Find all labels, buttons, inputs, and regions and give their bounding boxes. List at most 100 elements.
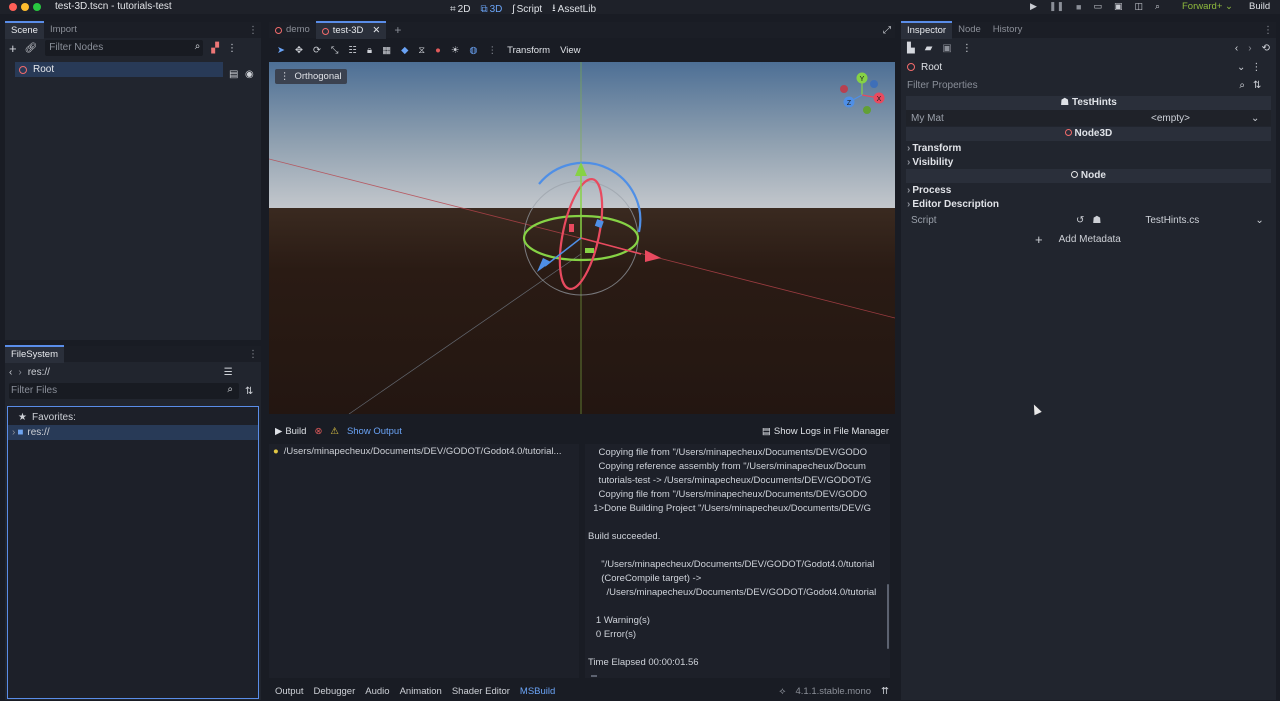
node-selector[interactable]: Root ⌄ ⋮ xyxy=(901,58,1276,76)
log-hscrollbar[interactable] xyxy=(591,675,597,677)
back-icon[interactable]: ‹ xyxy=(9,367,12,378)
play-custom-icon[interactable]: ◫ xyxy=(1134,1,1143,12)
history-back-icon[interactable]: ‹ xyxy=(1235,43,1238,54)
plane-handle-yz[interactable] xyxy=(569,224,574,232)
movie-maker-icon[interactable]: ⌕ xyxy=(1155,1,1160,12)
zoom-window-button[interactable] xyxy=(33,3,41,11)
filter-properties-input[interactable]: Filter Properties ⌕ xyxy=(907,80,1245,91)
rotate-tool-icon[interactable]: ⟳ xyxy=(313,45,321,56)
tab-output[interactable]: Output xyxy=(275,686,304,697)
tab-debugger[interactable]: Debugger xyxy=(314,686,356,697)
expand-panel-icon[interactable]: ⇈ xyxy=(881,686,889,697)
build-button[interactable]: ▶ Build xyxy=(275,426,306,437)
save-resource-icon[interactable]: ▣ xyxy=(942,43,951,54)
current-path[interactable]: res:// xyxy=(28,367,218,378)
my-mat-value[interactable]: <empty> xyxy=(1151,113,1251,124)
add-node-icon[interactable]: + xyxy=(9,41,17,56)
group-editor-description[interactable]: › Editor Description xyxy=(906,197,1271,211)
gizmo-neg-z[interactable] xyxy=(870,80,878,88)
add-metadata-button[interactable]: + Add Metadata xyxy=(1031,229,1147,249)
visibility-eye-icon[interactable]: ◉ xyxy=(245,69,254,80)
gizmo-neg-x[interactable] xyxy=(840,85,848,93)
snap-icon[interactable]: ⧖ xyxy=(418,45,425,56)
tab-node[interactable]: Node xyxy=(952,21,987,39)
view-menu[interactable]: View xyxy=(560,45,580,56)
sun-preview-icon[interactable]: ☀ xyxy=(451,45,460,56)
more-icon[interactable]: ⋮ xyxy=(488,45,498,56)
revert-icon[interactable]: ↺ xyxy=(1076,215,1084,226)
local-space-icon[interactable]: ◆ xyxy=(401,45,408,56)
close-window-button[interactable] xyxy=(9,3,17,11)
history-forward-icon[interactable]: › xyxy=(1248,43,1251,54)
filter-files-input[interactable]: Filter Files ⌕ xyxy=(9,383,239,399)
remote-debug-icon[interactable]: ▭ xyxy=(1093,1,1102,12)
list-select-icon[interactable]: ☷ xyxy=(349,45,358,56)
group-process[interactable]: › Process xyxy=(906,183,1271,197)
attach-script-icon[interactable]: ▞ xyxy=(211,43,219,54)
favorites-item[interactable]: ★ Favorites: xyxy=(8,410,258,425)
group-visibility[interactable]: › Visibility xyxy=(906,155,1271,169)
tab-msbuild[interactable]: MSBuild xyxy=(520,686,555,697)
tab-audio[interactable]: Audio xyxy=(365,686,389,697)
tab-history[interactable]: History xyxy=(987,21,1029,39)
group-icon[interactable]: ▦ xyxy=(382,45,391,56)
environment-preview-icon[interactable]: ◍ xyxy=(469,45,477,56)
scale-tool-icon[interactable]: ⤡ xyxy=(331,45,339,56)
transform-menu[interactable]: Transform xyxy=(507,45,550,56)
tree-item-root[interactable]: Root xyxy=(15,62,223,77)
tab-shader-editor[interactable]: Shader Editor xyxy=(452,686,510,697)
forward-icon[interactable]: › xyxy=(18,367,21,378)
select-tool-icon[interactable]: ➤ xyxy=(277,45,285,56)
dock-menu-icon[interactable]: ⋮ xyxy=(248,25,258,36)
mode-2d-button[interactable]: ⌗ 2D xyxy=(450,4,470,15)
renderer-selector[interactable]: Forward+ ⌄ xyxy=(1182,1,1233,12)
3d-viewport[interactable]: Y X Z ⋮ Orthogonal xyxy=(269,62,895,414)
res-folder-item[interactable]: › ■ res:// xyxy=(8,425,258,440)
new-resource-icon[interactable]: ▙ xyxy=(907,43,915,54)
tab-filesystem[interactable]: FileSystem xyxy=(5,345,64,363)
object-history-icon[interactable]: ⟲ xyxy=(1262,43,1270,54)
move-tool-icon[interactable]: ✥ xyxy=(295,45,303,56)
close-icon[interactable]: ✕ xyxy=(372,23,380,39)
file-tree[interactable]: ★ Favorites: › ■ res:// xyxy=(7,406,259,699)
mode-3d-button[interactable]: ⧉ 3D xyxy=(480,4,502,15)
tab-import[interactable]: Import xyxy=(44,21,83,39)
resource-menu-icon[interactable]: ⋮ xyxy=(962,43,972,54)
distraction-free-icon[interactable]: ⤢ xyxy=(883,25,891,36)
sort-icon[interactable]: ⇅ xyxy=(245,386,253,397)
mode-assetlib-button[interactable]: ⭳ AssetLib xyxy=(552,1,596,18)
tab-inspector[interactable]: Inspector xyxy=(901,21,953,39)
script-value[interactable]: TestHints.cs xyxy=(1145,215,1255,226)
chevron-down-icon[interactable]: ⌄ xyxy=(1251,113,1259,124)
tab-scene[interactable]: Scene xyxy=(5,21,44,39)
object-menu-icon[interactable]: ⋮ xyxy=(1251,62,1261,73)
inspector-options-icon[interactable]: ⇅ xyxy=(1253,80,1261,91)
tab-animation[interactable]: Animation xyxy=(400,686,442,697)
project-entry[interactable]: ● /Users/minapecheux/Documents/DEV/GODOT… xyxy=(269,444,579,459)
tab-test-3d[interactable]: test-3D ✕ xyxy=(315,21,387,39)
tab-demo[interactable]: demo xyxy=(269,21,316,39)
scene-menu-icon[interactable]: ⋮ xyxy=(227,43,237,54)
play-icon[interactable]: ▶ xyxy=(1030,1,1037,12)
pause-icon[interactable]: ❚❚ xyxy=(1049,1,1064,12)
mode-script-button[interactable]: ʃ Script xyxy=(512,4,542,15)
gizmo-neg-y[interactable] xyxy=(863,106,871,114)
stop-icon[interactable]: ■ xyxy=(1076,2,1081,12)
script-attached-icon[interactable]: ▤ xyxy=(229,69,238,80)
filter-nodes-input[interactable]: Filter Nodes ⌕ xyxy=(45,40,204,56)
play-scene-icon[interactable]: ▣ xyxy=(1114,1,1123,12)
camera-override-icon[interactable]: ● xyxy=(435,45,441,56)
show-output-toggle[interactable]: Show Output xyxy=(347,426,402,437)
link-icon[interactable]: 🔗︎ xyxy=(25,43,38,54)
errors-filter-icon[interactable]: ⊗ xyxy=(314,426,322,437)
minimize-window-button[interactable] xyxy=(21,3,29,11)
split-view-icon[interactable]: ☰ xyxy=(224,367,233,378)
lock-icon[interactable]: 🔒︎ xyxy=(367,45,372,56)
group-transform[interactable]: › Transform xyxy=(906,141,1271,155)
log-scrollbar[interactable] xyxy=(887,584,889,649)
show-logs-button[interactable]: ▤ Show Logs in File Manager xyxy=(762,426,889,437)
plane-handle-xz[interactable] xyxy=(585,248,594,253)
build-button[interactable]: Build xyxy=(1249,1,1270,12)
dock-menu-icon[interactable]: ⋮ xyxy=(248,349,258,360)
chevron-down-icon[interactable]: ⌄ xyxy=(1255,215,1263,226)
